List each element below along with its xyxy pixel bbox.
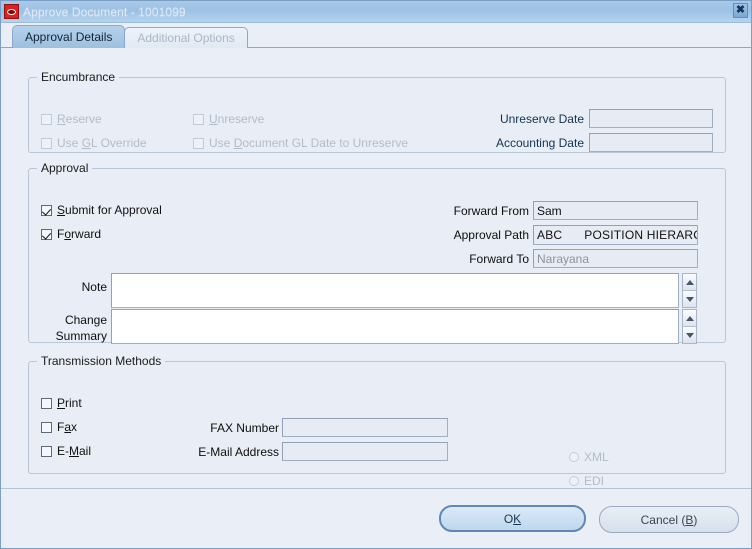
checkbox-fax[interactable]: Fax (41, 420, 77, 434)
approval-path-description: POSITION HIERARC (584, 228, 698, 242)
cancel-button[interactable]: Cancel (B) (599, 506, 739, 533)
email-address-label: E-Mail Address (198, 445, 279, 459)
change-summary-scroll-spinner[interactable] (682, 309, 697, 344)
checkbox-forward[interactable]: Forward (41, 227, 101, 241)
cancel-button-label: Cancel (B) (640, 512, 698, 527)
radio-edi[interactable]: EDI (569, 474, 604, 488)
note-scroll-up-icon[interactable] (683, 274, 696, 291)
checkbox-print-label: Print (57, 396, 82, 410)
approval-path-code: ABC (537, 228, 563, 242)
forward-from-label: Forward From (453, 204, 529, 218)
checkbox-forward-box (41, 228, 52, 240)
checkbox-email[interactable]: E-Mail (41, 444, 91, 458)
radio-xml-circle (569, 452, 579, 462)
tab-approval-details[interactable]: Approval Details (12, 25, 126, 48)
radio-xml[interactable]: XML (569, 450, 609, 464)
checkbox-unreserve[interactable]: Unreserve (193, 112, 264, 126)
checkbox-reserve-label: Reserve (57, 112, 102, 126)
forward-from-field[interactable]: Sam (533, 201, 698, 220)
close-icon[interactable]: ✖ (733, 3, 748, 18)
checkbox-forward-label: Forward (57, 227, 102, 241)
note-scroll-spinner[interactable] (682, 273, 697, 308)
transmission-methods-group: Transmission Methods Print Fax E-Mail FA… (28, 354, 726, 488)
note-scroll-down-icon[interactable] (683, 291, 696, 307)
checkbox-use-doc-gl-date-box (193, 137, 204, 149)
fax-number-label: FAX Number (210, 421, 279, 435)
tab-additional-options[interactable]: Additional Options (124, 27, 248, 48)
unreserve-date-field[interactable] (589, 109, 713, 128)
checkbox-reserve-box (41, 113, 52, 125)
checkbox-reserve[interactable]: Reserve (41, 112, 102, 126)
forward-to-label: Forward To (469, 252, 529, 266)
note-label: Note (81, 280, 107, 294)
approval-group: Approval Submit for Approval Forward For… (28, 161, 726, 344)
accounting-date-field[interactable] (589, 133, 713, 152)
oracle-icon (4, 4, 19, 19)
email-address-field[interactable] (282, 442, 448, 461)
change-summary-textarea[interactable] (111, 309, 679, 344)
radio-edi-label: EDI (584, 474, 605, 488)
fax-number-field[interactable] (282, 418, 448, 437)
dialog-body: Encumbrance Reserve Unreserve Use GL Ove… (1, 48, 751, 548)
footer-separator (1, 488, 751, 489)
checkbox-submit-for-approval-label: Submit for Approval (57, 203, 162, 217)
unreserve-date-label: Unreserve Date (499, 112, 584, 126)
checkbox-submit-for-approval[interactable]: Submit for Approval (41, 203, 162, 217)
change-summary-scroll-down-icon[interactable] (683, 327, 696, 343)
note-textarea[interactable] (111, 273, 679, 308)
forward-to-field[interactable]: Narayana (533, 249, 698, 268)
window-title: Approve Document - 1001099 (23, 4, 186, 19)
approve-document-window: Approve Document - 1001099 ✖ Approval De… (0, 0, 752, 549)
checkbox-print[interactable]: Print (41, 396, 82, 410)
change-summary-label-line1: Change (64, 313, 107, 327)
approval-path-label: Approval Path (453, 228, 529, 242)
tab-strip: Approval Details Additional Options (1, 23, 751, 48)
checkbox-use-gl-override-label: Use GL Override (57, 136, 147, 150)
change-summary-label-line2: Summary (55, 329, 107, 343)
encumbrance-legend: Encumbrance (41, 70, 116, 84)
checkbox-email-box (41, 445, 52, 457)
checkbox-fax-box (41, 421, 52, 433)
change-summary-scroll-up-icon[interactable] (683, 310, 696, 327)
radio-xml-label: XML (584, 450, 609, 464)
checkbox-use-doc-gl-date-label: Use Document GL Date to Unreserve (209, 136, 408, 150)
checkbox-fax-label: Fax (57, 420, 78, 434)
accounting-date-label: Accounting Date (495, 136, 584, 150)
ok-button-label: OK (503, 511, 522, 526)
approval-path-value-wrap: ABC POSITION HIERARC (537, 228, 697, 242)
title-bar: Approve Document - 1001099 ✖ (1, 1, 751, 23)
checkbox-use-gl-override[interactable]: Use GL Override (41, 136, 147, 150)
checkbox-email-label: E-Mail (57, 444, 92, 458)
transmission-methods-legend: Transmission Methods (41, 354, 162, 368)
checkbox-unreserve-label: Unreserve (209, 112, 265, 126)
approval-legend: Approval (41, 161, 89, 175)
checkbox-submit-for-approval-box (41, 204, 52, 216)
encumbrance-group: Encumbrance Reserve Unreserve Use GL Ove… (28, 70, 726, 153)
checkbox-print-box (41, 397, 52, 409)
checkbox-unreserve-box (193, 113, 204, 125)
checkbox-use-doc-gl-date[interactable]: Use Document GL Date to Unreserve (193, 136, 408, 150)
approval-path-field[interactable]: ABC POSITION HIERARC (533, 225, 698, 245)
radio-edi-circle (569, 476, 579, 486)
checkbox-use-gl-override-box (41, 137, 52, 149)
ok-button[interactable]: OK (439, 505, 586, 532)
